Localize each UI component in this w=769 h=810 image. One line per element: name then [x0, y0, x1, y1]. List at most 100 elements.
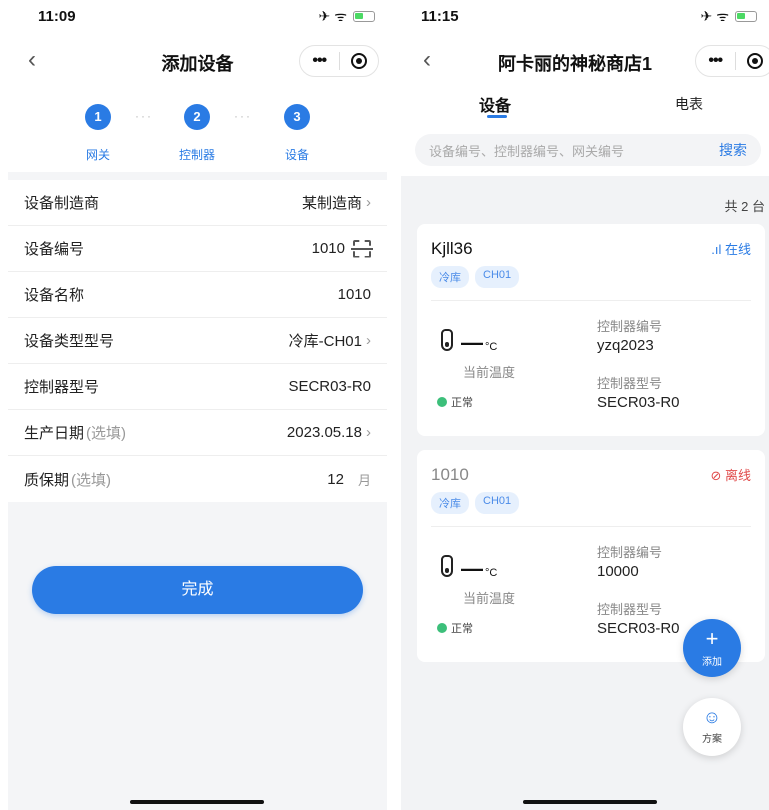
- chevron-right-icon: ›: [366, 424, 371, 441]
- form-label: 设备制造商: [24, 195, 100, 212]
- search-button[interactable]: 搜索: [719, 140, 747, 160]
- device-type-row[interactable]: 设备类型型号 冷库-CH01 ›: [8, 318, 387, 364]
- device-tags: 冷库 CH01: [431, 266, 520, 288]
- step-connector: ···: [135, 109, 153, 123]
- search-placeholder: 设备编号、控制器编号、网关编号: [429, 143, 625, 159]
- device-name-row[interactable]: 设备名称 1010: [8, 272, 387, 318]
- health-text: 正常: [451, 623, 473, 635]
- plan-button[interactable]: ☺ 方案: [683, 698, 741, 756]
- step-2-circle: 2: [184, 104, 210, 130]
- controller-model-value: SECR03-R0: [597, 620, 680, 637]
- step-1-label: 网关: [85, 148, 110, 162]
- status-bar: 11:15 ✈ ᯤ: [401, 0, 769, 38]
- form-label: 生产日期 (选填): [24, 422, 126, 443]
- airplane-icon: ✈: [318, 8, 331, 24]
- tab-meters[interactable]: 电表: [675, 94, 703, 114]
- divider: [431, 300, 751, 301]
- manufacturer-row[interactable]: 设备制造商 某制造商 ›: [8, 180, 387, 226]
- tag: 冷库: [431, 266, 469, 288]
- device-form: 设备制造商 某制造商 › 设备编号 1010 设备名称 1010 设备类型型号 冷…: [8, 180, 387, 502]
- device-card[interactable]: Kjll36 .ıl 在线 冷库 CH01 — °C 当前温度 正常 控制器编号…: [417, 224, 765, 436]
- mini-program-capsule: •••: [695, 45, 769, 77]
- controller-number-label: 控制器编号: [597, 545, 663, 560]
- controller-number-value: yzq2023: [597, 337, 654, 354]
- divider: [431, 526, 751, 527]
- production-date-value: 2023.05.18: [286, 424, 362, 441]
- close-capsule-button[interactable]: [340, 53, 379, 69]
- form-label: 设备名称: [24, 287, 85, 304]
- device-name: Kjll36: [431, 239, 473, 258]
- health-status: 正常: [437, 620, 473, 636]
- thermometer-icon: [441, 329, 453, 351]
- controller-model-row: 控制器型号 SECR03-R0: [8, 364, 387, 410]
- status-dot: [437, 397, 447, 407]
- health-status: 正常: [437, 394, 473, 410]
- target-icon: [746, 53, 763, 69]
- disconnect-icon: ⊘: [710, 468, 725, 483]
- scan-icon[interactable]: [351, 240, 373, 258]
- battery-icon: [735, 10, 757, 22]
- add-device-screen: 11:09 ✈ ᯤ ‹ 添加设备 ••• 1 ··· 2 ··· 3 网关 控制…: [8, 0, 387, 810]
- device-number-value: 1010: [311, 240, 345, 257]
- nav-bar: ‹ 阿卡丽的神秘商店1 •••: [401, 38, 769, 84]
- warranty-unit: 月: [357, 472, 371, 488]
- temperature-label: 当前温度: [463, 591, 516, 606]
- device-number-row[interactable]: 设备编号 1010: [8, 226, 387, 272]
- manufacturer-value: 某制造商: [301, 195, 362, 212]
- controller-model-label: 控制器型号: [597, 376, 663, 391]
- health-text: 正常: [451, 397, 473, 409]
- device-list-screen: 11:15 ✈ ᯤ ‹ 阿卡丽的神秘商店1 ••• 设备 电表 设备编号、控制器…: [401, 0, 769, 810]
- status-dot: [437, 623, 447, 633]
- optional-hint: (选填): [86, 425, 127, 442]
- warranty-value[interactable]: 12: [327, 471, 344, 488]
- battery-icon: [353, 10, 375, 22]
- active-tab-indicator: [487, 115, 507, 118]
- search-input[interactable]: 设备编号、控制器编号、网关编号 搜索: [415, 134, 761, 166]
- tab-bar: 设备 电表: [401, 84, 769, 128]
- step-1-circle: 1: [85, 104, 111, 130]
- more-icon[interactable]: •••: [300, 52, 339, 70]
- temperature-unit: °C: [485, 567, 498, 579]
- plan-icon: ☺: [702, 707, 722, 727]
- signal-icon: .ıl: [711, 242, 725, 257]
- add-label: 添加: [702, 657, 722, 668]
- chevron-right-icon: ›: [366, 194, 371, 211]
- tab-devices[interactable]: 设备: [479, 92, 511, 116]
- step-connector: ···: [234, 109, 252, 123]
- mini-program-capsule: •••: [299, 45, 379, 77]
- airplane-icon: ✈: [700, 8, 713, 24]
- status-icons: ✈ ᯤ: [318, 9, 375, 23]
- tag: CH01: [475, 492, 520, 514]
- status-badge: ⊘ 离线: [710, 465, 751, 484]
- warranty-row[interactable]: 质保期 (选填) 12 月: [8, 456, 387, 502]
- production-date-row[interactable]: 生产日期 (选填) 2023.05.18 ›: [8, 410, 387, 456]
- status-bar: 11:09 ✈ ᯤ: [8, 0, 387, 38]
- status-text: 在线: [724, 242, 751, 257]
- controller-model-label: 控制器型号: [597, 602, 663, 617]
- device-count: 共 2 台: [724, 199, 765, 214]
- tag: 冷库: [431, 492, 469, 514]
- device-name-value[interactable]: 1010: [338, 286, 371, 303]
- temperature-unit: °C: [485, 341, 498, 353]
- tag: CH01: [475, 266, 520, 288]
- wifi-icon: ᯤ: [716, 8, 729, 24]
- status-time: 11:09: [38, 8, 76, 25]
- form-label: 控制器型号: [24, 379, 100, 396]
- nav-bar: ‹ 添加设备 •••: [8, 38, 387, 84]
- chevron-right-icon: ›: [366, 332, 371, 349]
- target-icon: [350, 53, 367, 69]
- done-button[interactable]: 完成: [32, 566, 363, 614]
- form-label-text: 质保期: [24, 471, 70, 489]
- more-icon[interactable]: •••: [696, 52, 735, 70]
- device-tags: 冷库 CH01: [431, 492, 520, 514]
- controller-number-value: 10000: [597, 563, 639, 580]
- form-label-text: 生产日期: [24, 425, 85, 442]
- step-indicator: 1 ··· 2 ··· 3 网关 控制器 设备: [8, 84, 387, 172]
- close-capsule-button[interactable]: [736, 53, 769, 69]
- add-device-button[interactable]: + 添加: [683, 619, 741, 677]
- search-bar: 设备编号、控制器编号、网关编号 搜索: [401, 128, 769, 176]
- plus-icon: +: [705, 626, 719, 651]
- form-label: 设备编号: [24, 241, 85, 258]
- status-badge: .ıl 在线: [711, 239, 751, 258]
- device-type-value: 冷库-CH01: [288, 333, 362, 350]
